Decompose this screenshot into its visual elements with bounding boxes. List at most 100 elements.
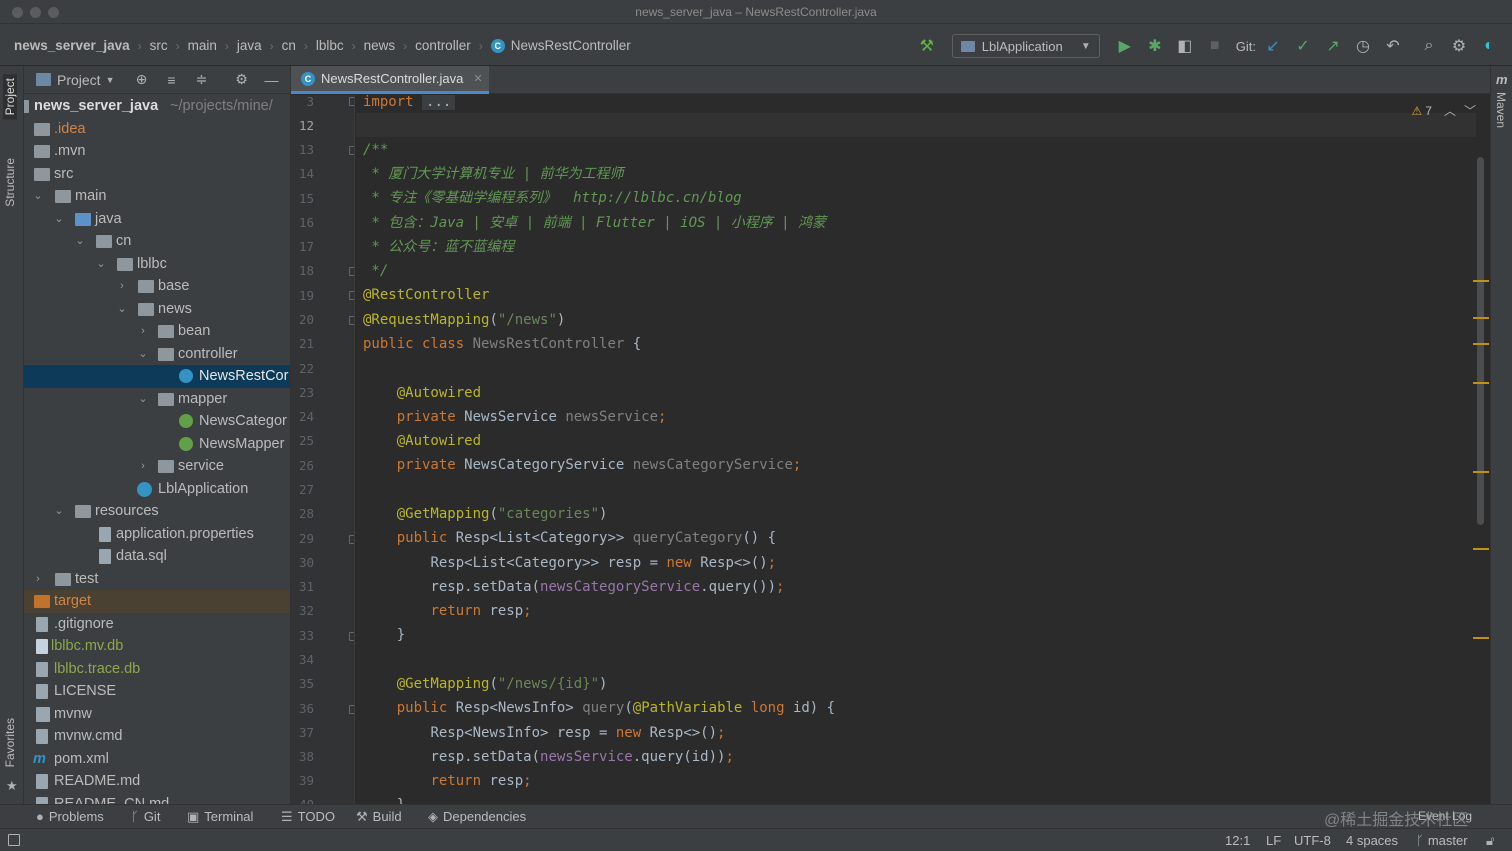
tree-item[interactable]: .gitignore [24, 613, 290, 636]
tree-item[interactable]: LICENSE [24, 680, 290, 703]
tree-item[interactable]: .idea [24, 118, 290, 141]
warning-marker[interactable] [1473, 382, 1489, 384]
breadcrumb-item-lblbc[interactable]: lblbc [316, 38, 344, 53]
warning-marker[interactable] [1473, 280, 1489, 282]
tab-todo[interactable]: ☰ TODO [281, 809, 335, 825]
tree-item[interactable]: › bean [24, 320, 290, 343]
tab-build[interactable]: ⚒ Build [356, 809, 402, 825]
warning-marker[interactable] [1473, 343, 1489, 345]
breadcrumb-item-news[interactable]: news [364, 38, 396, 53]
lock-icon[interactable]: 🔓︎ [1486, 833, 1494, 849]
tree-item[interactable]: lblbc.trace.db [24, 658, 290, 681]
git-update-icon[interactable]: ↙ [1258, 34, 1288, 58]
rollback-icon[interactable]: ↶ [1378, 34, 1408, 58]
breadcrumb-item-class[interactable]: NewsRestController [511, 38, 631, 53]
code-with-me-icon[interactable]: ◐ [1474, 34, 1504, 58]
fold-collapse-icon[interactable] [349, 316, 354, 325]
breadcrumb-item-controller[interactable]: controller [415, 38, 471, 53]
project-view-select[interactable]: Project ▼ [36, 72, 115, 88]
tree-item[interactable]: ⌄ resources [24, 500, 290, 523]
expand-all-icon[interactable]: ≡ [157, 72, 187, 88]
breadcrumb-item-project[interactable]: news_server_java [14, 38, 130, 53]
hide-panel-icon[interactable]: — [257, 72, 287, 88]
collapse-all-icon[interactable]: ≑ [187, 71, 217, 88]
run-configuration-select[interactable]: LblApplication ▼ [951, 34, 1100, 58]
cursor-position[interactable]: 12:1 [1225, 833, 1250, 848]
git-branch-widget[interactable]: ᚴ master [1416, 833, 1468, 848]
tree-item[interactable]: › test [24, 568, 290, 591]
warning-marker[interactable] [1473, 471, 1489, 473]
fold-collapse-icon[interactable] [349, 291, 354, 300]
tree-item[interactable]: LblApplication [24, 478, 290, 501]
tree-item[interactable]: ⌄ main [24, 185, 290, 208]
tree-item[interactable]: NewsCategor [24, 410, 290, 433]
folded-imports[interactable]: ... [422, 95, 456, 110]
tree-item[interactable]: mvnw.cmd [24, 725, 290, 748]
fold-collapse-icon[interactable] [349, 535, 354, 544]
fold-collapse-icon[interactable] [349, 146, 354, 155]
locate-file-icon[interactable]: ⊕ [127, 71, 157, 88]
tree-item[interactable]: ⌄ news [24, 298, 290, 321]
tab-git[interactable]: ᚴ Git [131, 809, 160, 824]
run-icon[interactable]: ▶ [1110, 34, 1140, 58]
tree-item[interactable]: ⌄ java [24, 208, 290, 231]
fold-collapse-icon[interactable] [349, 705, 354, 714]
tree-item[interactable]: NewsMapper [24, 433, 290, 456]
tree-item[interactable]: › service [24, 455, 290, 478]
tree-root[interactable]: news_server_java ~/projects/mine/ [24, 95, 290, 118]
run-with-coverage-icon[interactable]: ◧ [1170, 34, 1200, 58]
chevron-down-icon[interactable]: ⌄ [95, 253, 107, 276]
tree-item[interactable]: src [24, 163, 290, 186]
breadcrumb-item-main[interactable]: main [188, 38, 217, 53]
tree-item[interactable]: .mvn [24, 140, 290, 163]
tree-item[interactable]: data.sql [24, 545, 290, 568]
tree-item[interactable]: m pom.xml [24, 748, 290, 771]
breadcrumb-item-src[interactable]: src [150, 38, 168, 53]
debug-bug-icon[interactable]: ✱ [1140, 34, 1170, 58]
chevron-down-icon[interactable]: ⌄ [53, 500, 65, 523]
editor-tab[interactable]: C NewsRestController.java ✕ [291, 66, 489, 94]
chevron-up-icon[interactable]: ︿ [1444, 102, 1456, 119]
chevron-right-icon[interactable]: › [32, 568, 44, 591]
fold-expand-icon[interactable] [349, 97, 354, 106]
build-hammer-icon[interactable]: ⚒ [912, 34, 942, 58]
search-icon[interactable]: ⌕ [1414, 34, 1444, 58]
tab-project[interactable]: Project [3, 74, 17, 120]
chevron-down-icon[interactable]: ⌄ [74, 230, 86, 253]
warning-marker[interactable] [1473, 548, 1489, 550]
tree-item[interactable]: README_CN.md [24, 793, 290, 804]
fold-collapse-icon[interactable] [349, 267, 354, 276]
chevron-down-icon[interactable]: ⌄ [137, 388, 149, 411]
chevron-right-icon[interactable]: › [137, 455, 149, 478]
breadcrumb-item-java[interactable]: java [237, 38, 262, 53]
tab-problems[interactable]: ● Problems [36, 809, 104, 824]
tab-structure[interactable]: Structure [3, 158, 17, 207]
tree-item[interactable]: lblbc.mv.db [24, 635, 290, 658]
tree-item[interactable]: README.md [24, 770, 290, 793]
chevron-right-icon[interactable]: › [137, 320, 149, 343]
tree-item-selected[interactable]: NewsRestCor [24, 365, 290, 388]
tool-windows-toggle-icon[interactable] [8, 834, 20, 846]
tree-item[interactable]: target [24, 590, 290, 613]
tree-item[interactable]: mvnw [24, 703, 290, 726]
file-encoding[interactable]: UTF-8 [1294, 833, 1331, 848]
chevron-down-icon[interactable]: ⌄ [116, 298, 128, 321]
chevron-down-icon[interactable]: ⌄ [32, 185, 44, 208]
warning-marker[interactable] [1473, 317, 1489, 319]
git-push-icon[interactable]: ↗ [1318, 34, 1348, 58]
stop-icon[interactable]: ■ [1200, 34, 1230, 58]
breadcrumb-item-cn[interactable]: cn [282, 38, 296, 53]
close-icon[interactable]: ✕ [473, 72, 482, 85]
history-clock-icon[interactable]: ◷ [1348, 34, 1378, 58]
tree-item[interactable]: ⌄ mapper [24, 388, 290, 411]
tree-item[interactable]: application.properties [24, 523, 290, 546]
tree-item[interactable]: ⌄ controller [24, 343, 290, 366]
tab-dependencies[interactable]: ◈ Dependencies [428, 809, 526, 825]
fold-collapse-icon[interactable] [349, 632, 354, 641]
chevron-down-icon[interactable]: ⌄ [53, 208, 65, 231]
tree-item[interactable]: ⌄ lblbc [24, 253, 290, 276]
chevron-down-icon[interactable]: ⌄ [137, 343, 149, 366]
gear-icon[interactable]: ⚙ [1444, 34, 1474, 58]
tree-item[interactable]: › base [24, 275, 290, 298]
tab-favorites[interactable]: Favorites [3, 718, 17, 767]
